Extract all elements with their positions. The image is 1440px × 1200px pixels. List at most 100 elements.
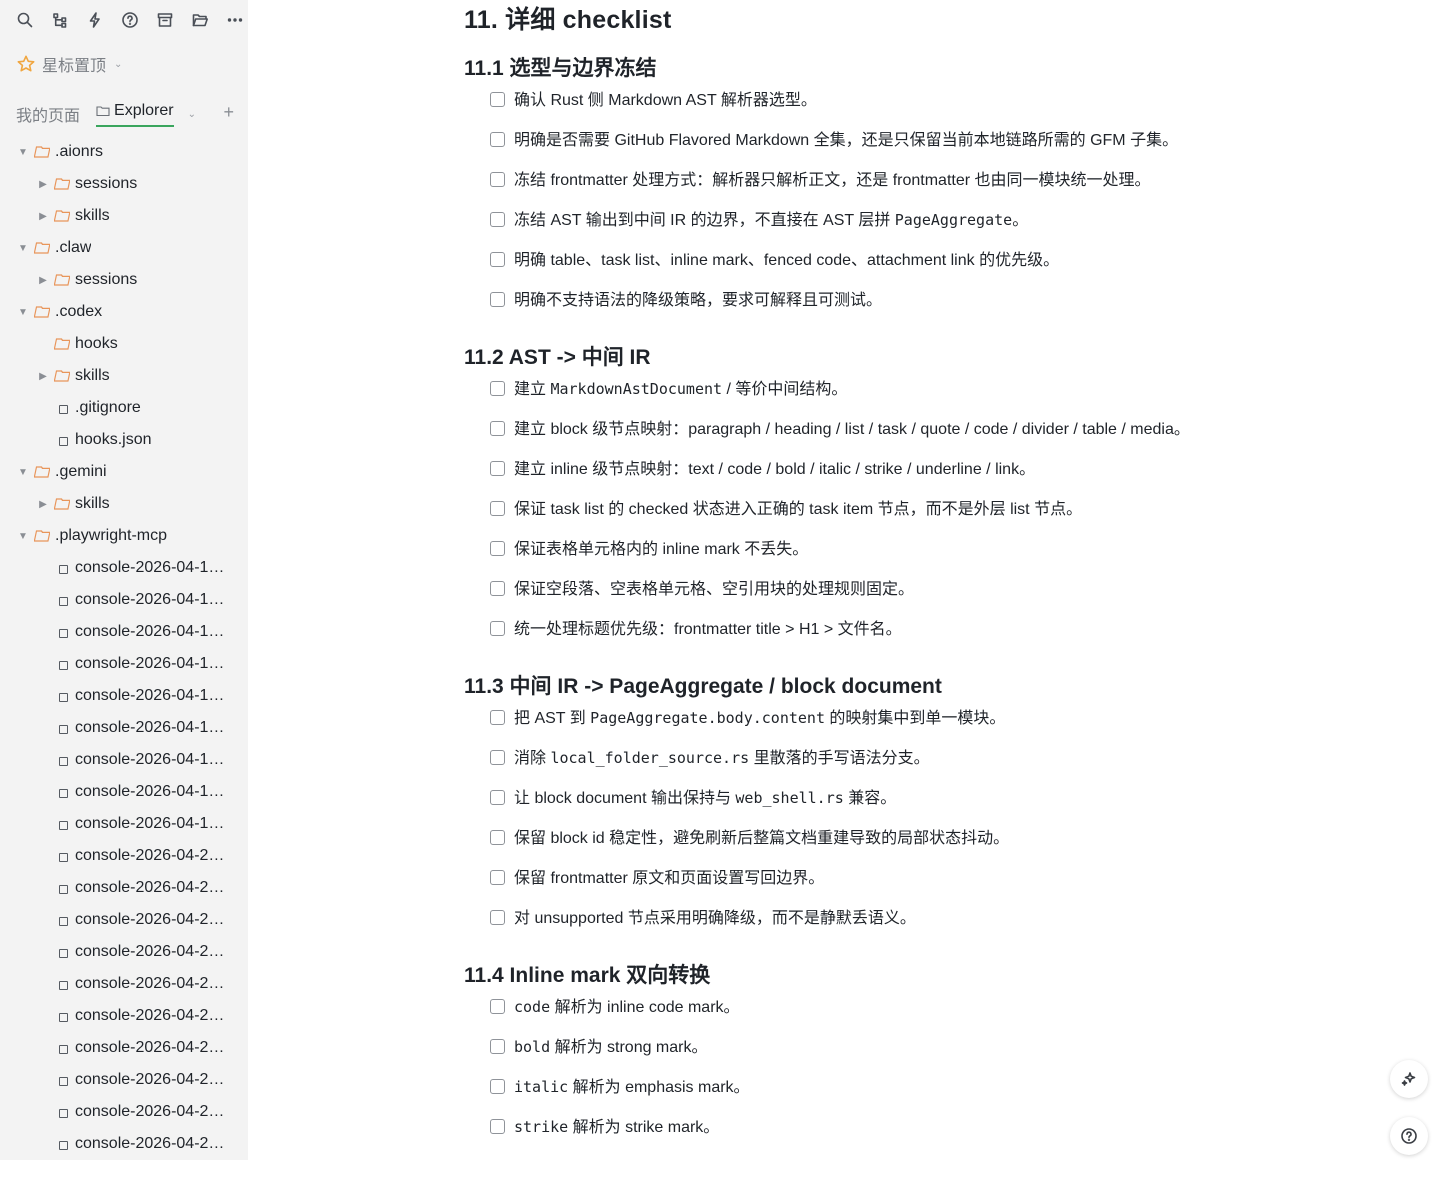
task-text[interactable]: 明确 table、task list、inline mark、fenced co… (514, 246, 1059, 270)
add-page-button[interactable]: + (223, 102, 234, 123)
tree-folder[interactable]: ▶ skills (0, 200, 248, 232)
task-checkbox[interactable] (490, 132, 505, 147)
task-checkbox[interactable] (490, 1079, 505, 1094)
task-checkbox[interactable] (490, 750, 505, 765)
caret-down-icon[interactable]: ▼ (18, 307, 28, 318)
task-text[interactable]: 把 AST 到 PageAggregate.body.content 的映射集中… (514, 704, 1005, 728)
task-checkbox[interactable] (490, 1039, 505, 1054)
caret-right-icon[interactable]: ▶ (38, 499, 48, 510)
tree-folder[interactable]: ▶ skills (0, 360, 248, 392)
tree-folder[interactable]: ▼ .codex (0, 296, 248, 328)
task-text[interactable]: 保留 block id 稳定性，避免刷新后整篇文档重建导致的局部状态抖动。 (514, 824, 1009, 848)
chevron-down-icon[interactable]: ⌄ (188, 109, 196, 120)
task-checkbox[interactable] (490, 421, 505, 436)
task-text[interactable]: 保留 frontmatter 原文和页面设置写回边界。 (514, 864, 824, 888)
tree-file[interactable]: console-2026-04-2… (0, 1064, 248, 1096)
task-checkbox[interactable] (490, 172, 505, 187)
tree-file[interactable]: console-2026-04-1… (0, 808, 248, 840)
tab-explorer[interactable]: Explorer (96, 101, 174, 127)
caret-down-icon[interactable]: ▼ (18, 467, 28, 478)
task-checkbox[interactable] (490, 870, 505, 885)
tab-my-pages[interactable]: 我的页面 (16, 102, 80, 126)
task-text[interactable]: 统一处理标题优先级：frontmatter title > H1 > 文件名。 (514, 615, 902, 639)
ai-assistant-button[interactable] (1390, 1060, 1428, 1098)
tree-file[interactable]: console-2026-04-1… (0, 552, 248, 584)
task-checkbox[interactable] (490, 790, 505, 805)
tree-folder[interactable]: ▶ sessions (0, 168, 248, 200)
tree-folder[interactable]: ▼ .gemini (0, 456, 248, 488)
task-checkbox[interactable] (490, 910, 505, 925)
task-text[interactable]: 建立 block 级节点映射：paragraph / heading / lis… (514, 415, 1190, 439)
tree-file[interactable]: console-2026-04-1… (0, 712, 248, 744)
task-checkbox[interactable] (490, 381, 505, 396)
task-checkbox[interactable] (490, 461, 505, 476)
tree-file[interactable]: console-2026-04-1… (0, 584, 248, 616)
task-text[interactable]: 明确不支持语法的降级策略，要求可解释且可测试。 (514, 286, 882, 310)
task-checkbox[interactable] (490, 252, 505, 267)
tree-file[interactable]: console-2026-04-2… (0, 1000, 248, 1032)
task-text[interactable]: 对 unsupported 节点采用明确降级，而不是静默丢语义。 (514, 904, 916, 928)
task-text[interactable]: 冻结 AST 输出到中间 IR 的边界，不直接在 AST 层拼 PageAggr… (514, 206, 1028, 230)
task-text[interactable]: italic 解析为 emphasis mark。 (514, 1073, 750, 1097)
tree-folder[interactable]: ▶ skills (0, 488, 248, 520)
tree-file[interactable]: console-2026-04-2… (0, 1096, 248, 1128)
tree-file[interactable]: console-2026-04-2… (0, 1128, 248, 1160)
archive-button[interactable] (148, 8, 181, 32)
quick-actions-button[interactable] (78, 8, 111, 32)
task-text[interactable]: 让 block document 输出保持与 web_shell.rs 兼容。 (514, 784, 896, 808)
more-button[interactable] (218, 8, 248, 32)
tree-file[interactable]: console-2026-04-2… (0, 968, 248, 1000)
graph-button[interactable] (43, 8, 76, 32)
task-checkbox[interactable] (490, 541, 505, 556)
help-fab-button[interactable] (1390, 1117, 1428, 1155)
task-checkbox[interactable] (490, 92, 505, 107)
tree-folder[interactable]: ▼ .aionrs (0, 136, 248, 168)
task-checkbox[interactable] (490, 501, 505, 516)
tree-folder[interactable]: ▼ .claw (0, 232, 248, 264)
task-text[interactable]: 保证表格单元格内的 inline mark 不丢失。 (514, 535, 808, 559)
caret-right-icon[interactable]: ▶ (38, 371, 48, 382)
tree-file[interactable]: console-2026-04-2… (0, 1032, 248, 1064)
tree-folder[interactable]: hooks (0, 328, 248, 360)
tree-file[interactable]: console-2026-04-1… (0, 744, 248, 776)
task-checkbox[interactable] (490, 999, 505, 1014)
task-text[interactable]: 消除 local_folder_source.rs 里散落的手写语法分支。 (514, 744, 930, 768)
help-button[interactable] (113, 8, 146, 32)
task-text[interactable]: 保证 task list 的 checked 状态进入正确的 task item… (514, 495, 1082, 519)
caret-down-icon[interactable]: ▼ (18, 531, 28, 542)
tree-folder[interactable]: ▼ .playwright-mcp (0, 520, 248, 552)
caret-right-icon[interactable]: ▶ (38, 275, 48, 286)
starred-section-toggle[interactable]: 星标置顶 ⌄ (16, 52, 122, 76)
task-text[interactable]: code 解析为 inline code mark。 (514, 993, 740, 1017)
task-checkbox[interactable] (490, 1119, 505, 1134)
task-text[interactable]: bold 解析为 strong mark。 (514, 1033, 708, 1057)
task-text[interactable]: 冻结 frontmatter 处理方式：解析器只解析正文，还是 frontmat… (514, 166, 1151, 190)
search-button[interactable] (8, 8, 41, 32)
caret-down-icon[interactable]: ▼ (18, 147, 28, 158)
task-text[interactable]: strike 解析为 strike mark。 (514, 1113, 719, 1137)
open-folder-button[interactable] (183, 8, 216, 32)
task-checkbox[interactable] (490, 581, 505, 596)
task-checkbox[interactable] (490, 292, 505, 307)
caret-down-icon[interactable]: ▼ (18, 243, 28, 254)
task-checkbox[interactable] (490, 212, 505, 227)
task-text[interactable]: 明确是否需要 GitHub Flavored Markdown 全集，还是只保留… (514, 126, 1178, 150)
task-text[interactable]: 建立 MarkdownAstDocument / 等价中间结构。 (514, 375, 847, 399)
task-checkbox[interactable] (490, 830, 505, 845)
task-checkbox[interactable] (490, 710, 505, 725)
tree-file[interactable]: console-2026-04-1… (0, 776, 248, 808)
task-text[interactable]: 保证空段落、空表格单元格、空引用块的处理规则固定。 (514, 575, 914, 599)
tree-file[interactable]: hooks.json (0, 424, 248, 456)
tree-folder[interactable]: ▶ sessions (0, 264, 248, 296)
tree-file[interactable]: console-2026-04-2… (0, 840, 248, 872)
tree-file[interactable]: console-2026-04-1… (0, 648, 248, 680)
tree-file[interactable]: console-2026-04-2… (0, 904, 248, 936)
tree-file[interactable]: .gitignore (0, 392, 248, 424)
task-text[interactable]: 确认 Rust 侧 Markdown AST 解析器选型。 (514, 86, 817, 110)
tree-file[interactable]: console-2026-04-2… (0, 936, 248, 968)
tree-file[interactable]: console-2026-04-1… (0, 616, 248, 648)
tree-file[interactable]: console-2026-04-1… (0, 680, 248, 712)
task-text[interactable]: 建立 inline 级节点映射：text / code / bold / ita… (514, 455, 1035, 479)
caret-right-icon[interactable]: ▶ (38, 211, 48, 222)
tree-file[interactable]: console-2026-04-2… (0, 872, 248, 904)
